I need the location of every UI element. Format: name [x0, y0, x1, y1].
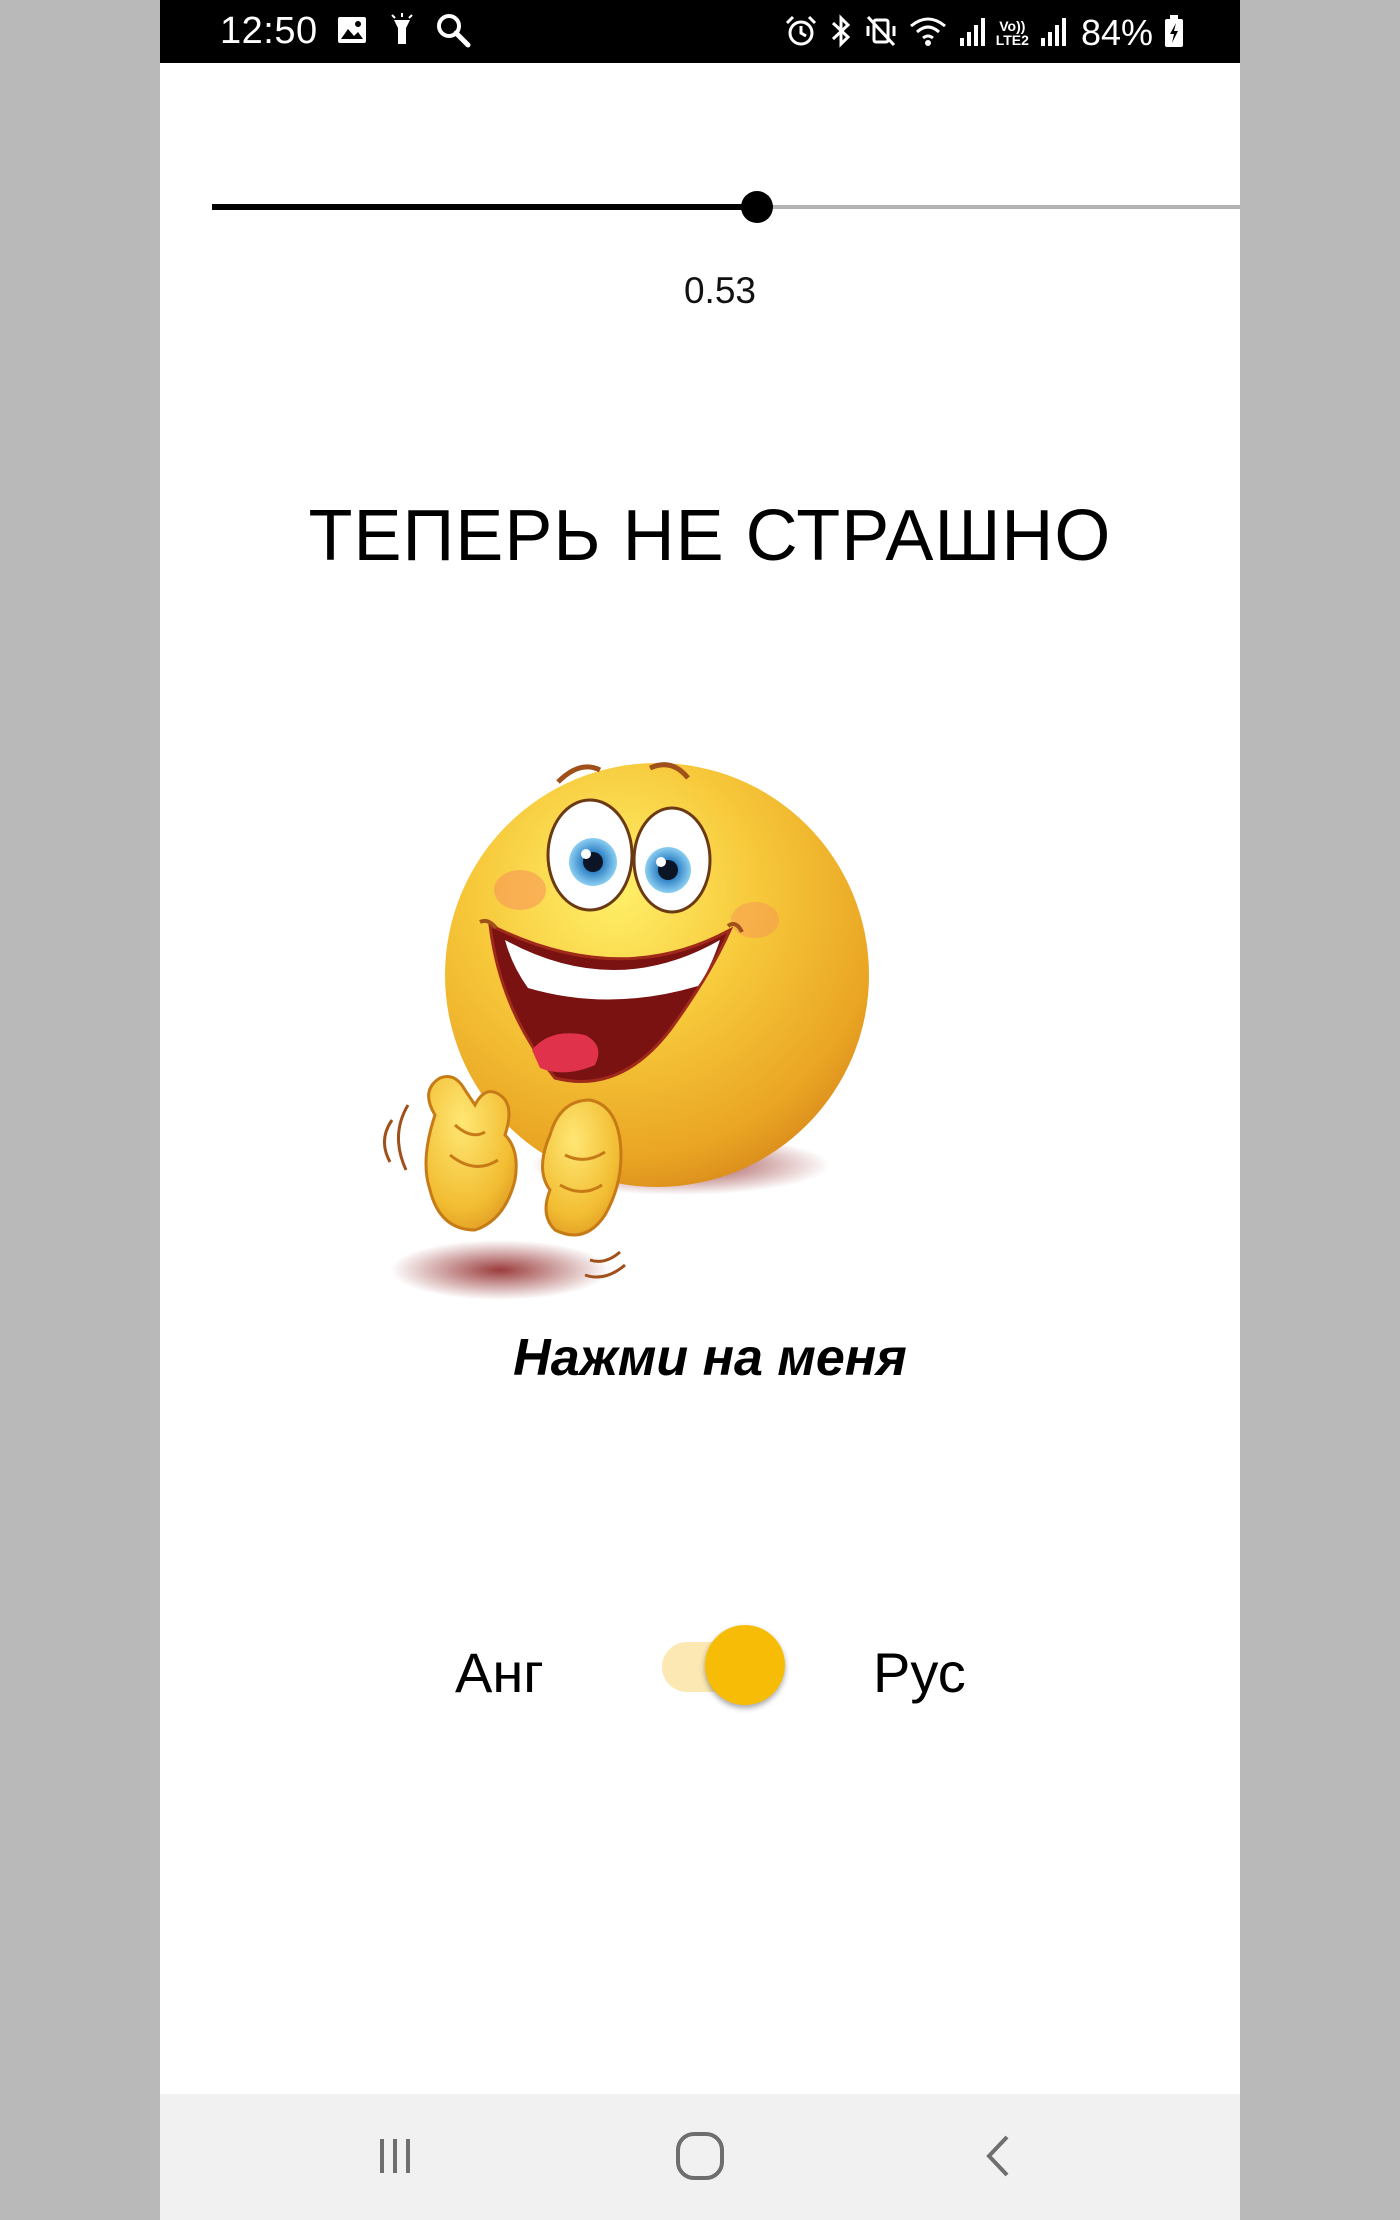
vibrate-mute-icon — [864, 14, 898, 53]
home-icon[interactable] — [660, 2124, 740, 2188]
battery-charging-icon — [1163, 13, 1185, 54]
toggle-thumb[interactable] — [705, 1625, 785, 1705]
value-slider[interactable] — [212, 187, 1240, 227]
volte-icon: Vo)) LTE2 — [996, 19, 1029, 47]
navigation-bar — [160, 2094, 1240, 2220]
status-left-icons — [335, 12, 471, 53]
clapping-smiley-icon[interactable] — [380, 760, 900, 1320]
slider-thumb[interactable] — [741, 191, 773, 223]
language-label-russian: Рус — [873, 1641, 966, 1704]
volte-label-bottom: LTE2 — [995, 32, 1029, 48]
language-toggle[interactable] — [660, 1625, 790, 1707]
alarm-icon — [784, 14, 818, 53]
flashlight-icon — [387, 12, 417, 53]
signal-icon — [958, 14, 986, 53]
recent-apps-icon[interactable] — [355, 2124, 435, 2188]
gallery-icon — [335, 13, 369, 52]
volte-label-top: Vo)) — [999, 18, 1026, 34]
bluetooth-icon — [828, 13, 854, 54]
wifi-icon — [908, 14, 948, 53]
search-icon — [435, 12, 471, 53]
slider-fill — [212, 204, 757, 210]
battery-percent: 84% — [1080, 12, 1153, 53]
phone-screen: 12:50 Vo)) LTE2 84% 0.53 ТЕПЕРЬ НЕ СТРАШ… — [160, 0, 1240, 2220]
status-time: 12:50 — [220, 10, 318, 52]
back-icon[interactable] — [960, 2124, 1040, 2188]
status-right-icons: Vo)) LTE2 84% — [784, 12, 1185, 54]
tap-me-caption: Нажми на меня — [513, 1329, 907, 1387]
language-label-english: Анг — [455, 1641, 544, 1704]
slider-value-label: 0.53 — [683, 270, 756, 311]
status-bar: 12:50 Vo)) LTE2 84% — [160, 0, 1240, 63]
signal-icon — [1039, 14, 1067, 53]
headline: ТЕПЕРЬ НЕ СТРАШНО — [308, 496, 1112, 576]
